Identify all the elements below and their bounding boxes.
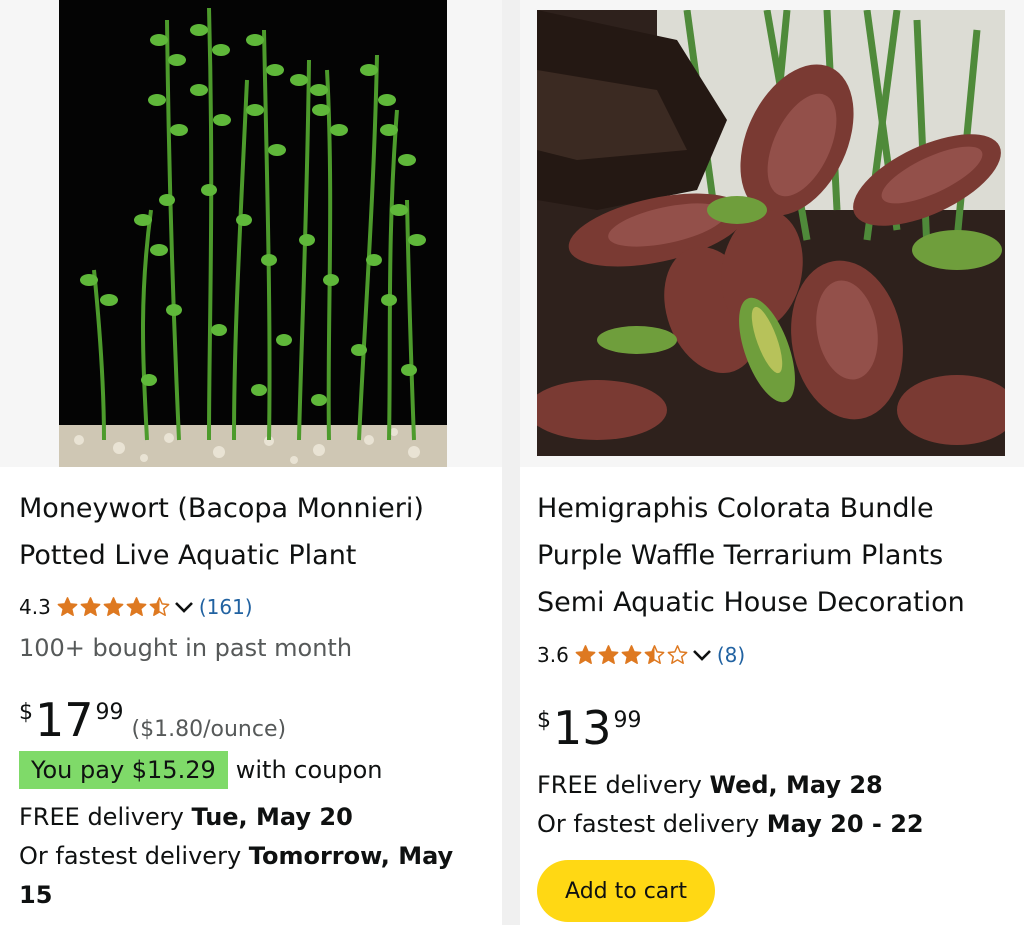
star-full-icon [103, 597, 124, 616]
moneywort-plant-photo[interactable] [59, 0, 447, 467]
fastest-delivery-text: Or fastest delivery May 20 - 22 [537, 805, 924, 844]
price-symbol: $ [19, 700, 33, 725]
star-full-icon [80, 597, 101, 616]
product-title[interactable]: Moneywort (Bacopa Monnieri) Potted Live … [19, 485, 486, 579]
price-fraction: 99 [613, 708, 642, 733]
product-info: Moneywort (Bacopa Monnieri) Potted Live … [0, 467, 502, 925]
star-empty-icon [667, 645, 688, 664]
free-delivery-text: FREE delivery Wed, May 28 [537, 766, 883, 805]
price: $ 17 99 ($1.80/ounce) [19, 695, 286, 745]
free-delivery-text: FREE delivery Tue, May 20 [19, 798, 353, 837]
bought-in-past-month: 100+ bought in past month [19, 634, 353, 662]
rating-row[interactable]: 4.3 (161) [19, 594, 253, 620]
star-full-icon [57, 597, 78, 616]
price: $ 13 99 [537, 703, 642, 753]
rating-row[interactable]: 3.6 (8) [537, 642, 745, 668]
coupon-row: You pay $15.29 with coupon [19, 751, 383, 789]
fastest-prefix: Or fastest delivery [537, 810, 767, 838]
price-whole: 17 [35, 693, 94, 747]
coupon-badge: You pay $15.29 [19, 751, 228, 789]
add-to-cart-button[interactable]: Add to cart [537, 860, 715, 922]
chevron-down-icon[interactable] [173, 596, 195, 618]
product-title[interactable]: Hemigraphis Colorata Bundle Purple Waffl… [537, 485, 1008, 626]
star-full-icon [621, 645, 642, 664]
price-fraction: 99 [95, 700, 124, 725]
purple-waffle-plant-photo[interactable] [537, 10, 1005, 456]
price-symbol: $ [537, 708, 551, 733]
star-half-icon [149, 597, 170, 616]
star-full-icon [598, 645, 619, 664]
rating-value: 3.6 [537, 643, 569, 667]
price-whole: 13 [553, 701, 612, 755]
fastest-delivery-text: Or fastest delivery Tomorrow, May 15 [19, 837, 479, 915]
star-rating[interactable] [56, 596, 171, 618]
fastest-prefix: Or fastest delivery [19, 842, 249, 870]
product-grid: Moneywort (Bacopa Monnieri) Potted Live … [0, 0, 1024, 925]
delivery-prefix: FREE delivery [19, 803, 192, 831]
product-info: Hemigraphis Colorata Bundle Purple Waffl… [520, 467, 1024, 925]
chevron-down-icon[interactable] [691, 644, 713, 666]
product-image-container[interactable] [520, 0, 1024, 467]
unit-price: ($1.80/ounce) [131, 717, 287, 742]
product-card-hemigraphis[interactable]: Hemigraphis Colorata Bundle Purple Waffl… [520, 0, 1024, 925]
star-full-icon [126, 597, 147, 616]
coupon-suffix: with coupon [235, 756, 383, 784]
review-count-link[interactable]: (8) [717, 642, 745, 668]
rating-value: 4.3 [19, 595, 51, 619]
product-image-container[interactable] [0, 0, 502, 467]
star-full-icon [575, 645, 596, 664]
product-card-moneywort[interactable]: Moneywort (Bacopa Monnieri) Potted Live … [0, 0, 502, 925]
delivery-date: Tue, May 20 [191, 803, 353, 831]
delivery-date: Wed, May 28 [709, 771, 883, 799]
review-count-link[interactable]: (161) [199, 594, 253, 620]
delivery-prefix: FREE delivery [537, 771, 710, 799]
star-rating[interactable] [574, 644, 689, 666]
star-half-icon [644, 645, 665, 664]
fastest-date: May 20 - 22 [766, 810, 924, 838]
